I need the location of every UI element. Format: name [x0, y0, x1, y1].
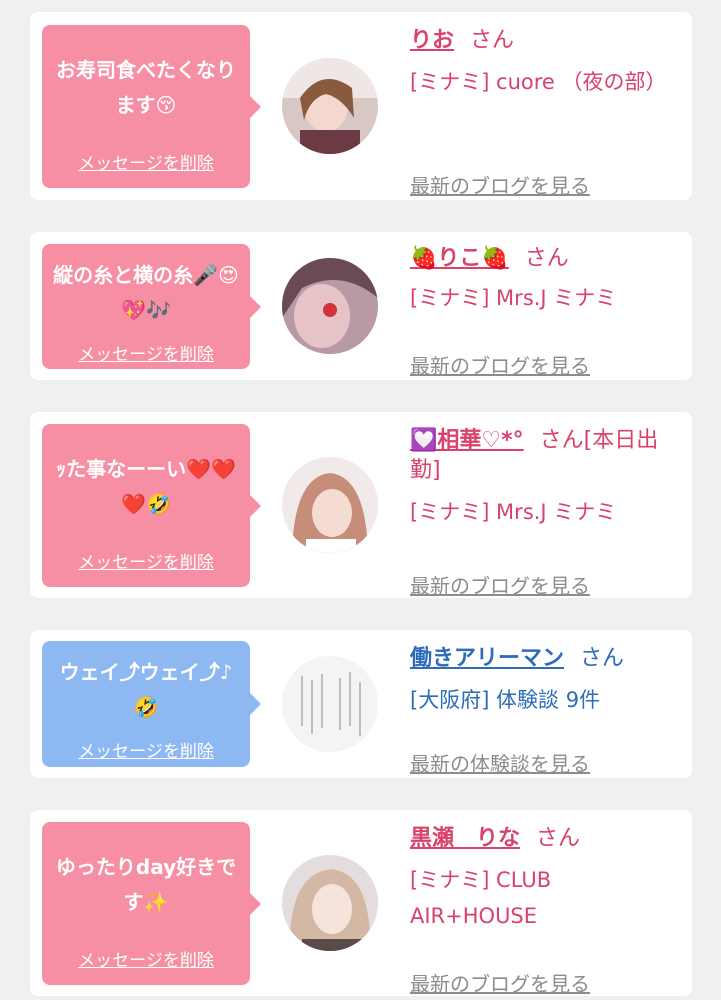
delete-message-link[interactable]: メッセージを削除: [42, 149, 250, 174]
message-bubble: お寿司食べたくなります😚 メッセージを削除: [42, 25, 261, 188]
message-card: お寿司食べたくなります😚 メッセージを削除 りお さん [ミナミ] cuore （…: [30, 12, 692, 200]
honorific: さん: [536, 826, 581, 851]
latest-blog-link[interactable]: 最新のブログを見る: [410, 570, 590, 599]
avatar[interactable]: [282, 457, 378, 553]
message-bubble: ｯた事なーーい❤️❤️❤️🤣 メッセージを削除: [42, 424, 261, 587]
latest-blog-link[interactable]: 最新のブログを見る: [410, 170, 590, 199]
message-card: ウェイ⤴︎ウェイ⤴︎♪🤣 メッセージを削除 働きアリーマン さん [大阪府] 体験…: [30, 630, 692, 778]
honorific: さん: [524, 246, 569, 271]
user-name-link[interactable]: 🍓りこ🍓: [410, 246, 509, 271]
user-info: 働きアリーマン さん [大阪府] 体験談 9件 最新の体験談を見る: [410, 644, 675, 776]
user-info: 黒瀬 りな さん [ミナミ] CLUB AIR+HOUSE 最新のブログを見る: [410, 824, 675, 996]
shop-name: [ミナミ] Mrs.J ミナミ: [410, 286, 617, 310]
latest-review-link[interactable]: 最新の体験談を見る: [410, 748, 590, 777]
message-text: ウェイ⤴︎ウェイ⤴︎♪🤣: [59, 660, 233, 719]
user-name-link[interactable]: りお: [410, 28, 454, 53]
honorific: さん: [580, 646, 625, 671]
user-info: りお さん [ミナミ] cuore （夜の部） 最新のブログを見る: [410, 26, 675, 198]
user-name-link[interactable]: 💟相華♡*°: [410, 428, 524, 453]
delete-message-link[interactable]: メッセージを削除: [42, 548, 250, 573]
message-text: ｯた事なーーい❤️❤️❤️🤣: [56, 457, 236, 516]
message-bubble: 縦の糸と横の糸🎤😍💖🎶 メッセージを削除: [42, 244, 261, 369]
message-text: 縦の糸と横の糸🎤😍💖🎶: [53, 263, 239, 322]
latest-blog-link[interactable]: 最新のブログを見る: [410, 350, 590, 379]
avatar[interactable]: [282, 58, 378, 154]
delete-message-link[interactable]: メッセージを削除: [42, 340, 250, 365]
user-info: 🍓りこ🍓 さん [ミナミ] Mrs.J ミナミ 最新のブログを見る: [410, 244, 675, 378]
honorific: さん: [470, 28, 515, 53]
message-card: ゆったりday好きです✨ メッセージを削除 黒瀬 りな さん [ミナミ] CLUB…: [30, 810, 692, 996]
shop-name: [ミナミ] CLUB AIR+HOUSE: [410, 868, 552, 928]
shop-name: [大阪府] 体験談 9件: [410, 688, 601, 712]
delete-message-link[interactable]: メッセージを削除: [42, 737, 250, 762]
shop-name: [ミナミ] cuore （夜の部）: [410, 70, 667, 94]
message-card: ｯた事なーーい❤️❤️❤️🤣 メッセージを削除 💟相華♡*° さん[本日出勤] […: [30, 412, 692, 598]
latest-blog-link[interactable]: 最新のブログを見る: [410, 968, 590, 997]
message-bubble: ゆったりday好きです✨ メッセージを削除: [42, 822, 261, 985]
delete-message-link[interactable]: メッセージを削除: [42, 946, 250, 971]
message-text: ゆったりday好きです✨: [55, 855, 237, 914]
user-name-link[interactable]: 働きアリーマン: [410, 646, 564, 671]
user-info: 💟相華♡*° さん[本日出勤] [ミナミ] Mrs.J ミナミ 最新のブログを見る: [410, 426, 675, 598]
shop-name: [ミナミ] Mrs.J ミナミ: [410, 500, 617, 524]
avatar[interactable]: [282, 855, 378, 951]
message-text: お寿司食べたくなります😚: [56, 58, 236, 117]
message-bubble: ウェイ⤴︎ウェイ⤴︎♪🤣 メッセージを削除: [42, 641, 261, 767]
avatar[interactable]: [282, 258, 378, 354]
user-name-link[interactable]: 黒瀬 りな: [410, 826, 520, 851]
avatar[interactable]: [282, 656, 378, 752]
message-card: 縦の糸と横の糸🎤😍💖🎶 メッセージを削除 🍓りこ🍓 さん [ミナミ] Mrs.J …: [30, 232, 692, 380]
